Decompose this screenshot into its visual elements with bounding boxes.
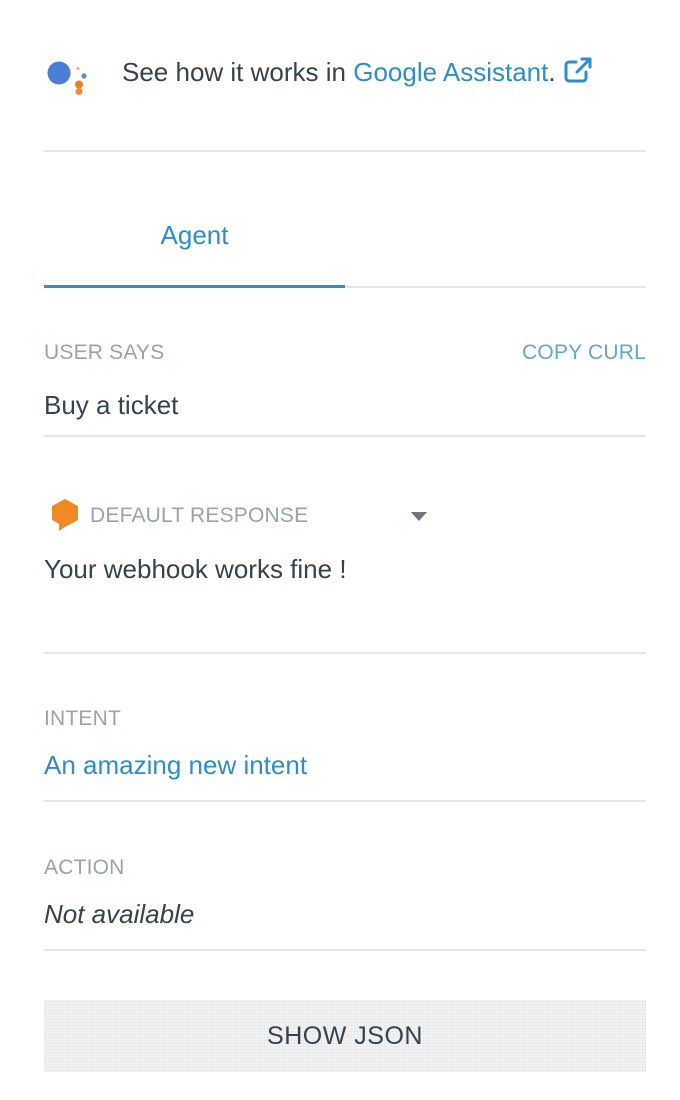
header-divider bbox=[44, 150, 646, 152]
assistant-promo-prefix: See how it works in bbox=[122, 57, 354, 87]
intent-section: INTENT An amazing new intent bbox=[44, 706, 646, 782]
action-label: ACTION bbox=[44, 856, 125, 879]
default-response-header: DEFAULT RESPONSE bbox=[44, 498, 646, 538]
tab-agent-active-indicator bbox=[44, 285, 345, 288]
agent-test-panel: See how it works in Google Assistant. Ag… bbox=[44, 0, 646, 1100]
action-section: ACTION Not available bbox=[44, 855, 646, 931]
user-says-divider bbox=[44, 435, 646, 437]
user-says-value: Buy a ticket bbox=[44, 390, 179, 420]
intent-divider bbox=[44, 800, 646, 802]
show-json-button[interactable]: SHOW JSON bbox=[44, 1000, 646, 1072]
response-bubble-icon bbox=[52, 499, 78, 531]
google-assistant-link[interactable]: Google Assistant bbox=[353, 57, 548, 87]
copy-curl-button[interactable]: COPY CURL bbox=[522, 340, 646, 366]
user-says-section: USER SAYS COPY CURL Buy a ticket bbox=[44, 340, 646, 422]
assistant-promo-text: See how it works in Google Assistant. bbox=[122, 56, 592, 88]
action-value: Not available bbox=[44, 899, 195, 929]
intent-label: INTENT bbox=[44, 707, 122, 730]
google-assistant-icon bbox=[47, 61, 87, 96]
chevron-down-icon[interactable] bbox=[410, 510, 428, 522]
default-response-value: Your webhook works fine ! bbox=[44, 554, 347, 584]
intent-link[interactable]: An amazing new intent bbox=[44, 748, 646, 782]
default-response-label: DEFAULT RESPONSE bbox=[90, 504, 309, 527]
default-response-section: DEFAULT RESPONSE Your webhook works fine… bbox=[44, 498, 646, 586]
default-response-divider bbox=[44, 652, 646, 654]
assistant-promo: See how it works in Google Assistant. bbox=[44, 50, 646, 96]
tab-bar: Agent bbox=[44, 198, 646, 290]
external-link-icon[interactable] bbox=[564, 57, 592, 83]
tab-agent[interactable]: Agent bbox=[44, 198, 345, 286]
assistant-promo-suffix: . bbox=[548, 57, 556, 87]
action-divider bbox=[44, 949, 646, 951]
